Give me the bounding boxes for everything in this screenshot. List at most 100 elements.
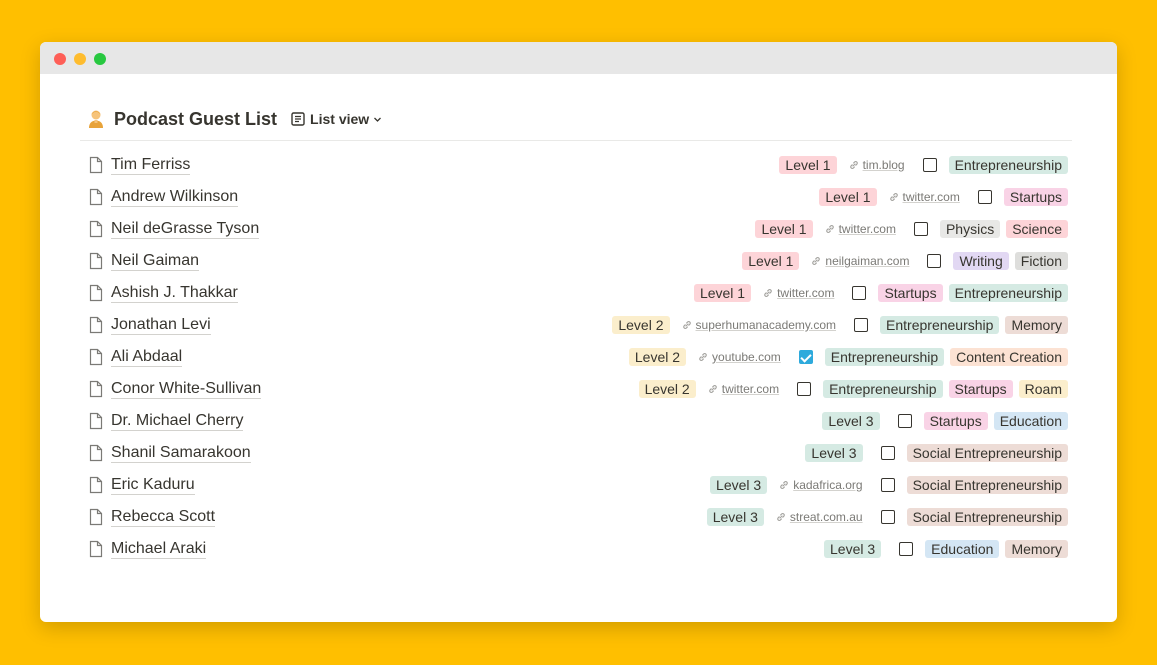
- row-properties: Level 1 twitter.com Startups: [813, 187, 1068, 207]
- topic-tag[interactable]: Startups: [878, 284, 943, 302]
- topic-tag[interactable]: Science: [1006, 220, 1068, 238]
- list-item[interactable]: Ali Abdaal Level 2 youtube.com Entrepreneur…: [80, 341, 1072, 373]
- link-icon: [708, 384, 722, 394]
- topic-tag[interactable]: Startups: [923, 412, 988, 430]
- contacted-checkbox[interactable]: [880, 478, 895, 492]
- url-link[interactable]: neilgaiman.com: [811, 254, 909, 268]
- topic-tag[interactable]: Social Entrepreneurship: [906, 508, 1068, 526]
- guest-name[interactable]: Andrew Wilkinson: [111, 188, 239, 207]
- level-tag[interactable]: Level 1: [742, 252, 800, 270]
- page-icon: [87, 156, 105, 179]
- guest-name[interactable]: Conor White-Sullivan: [111, 380, 262, 399]
- list-item[interactable]: Andrew Wilkinson Level 1 twitter.com Startu…: [80, 181, 1072, 213]
- chevron-down-icon: [374, 117, 382, 122]
- url-link[interactable]: kadafrica.org: [779, 478, 863, 492]
- list-item[interactable]: Neil Gaiman Level 1 neilgaiman.com Writing F…: [80, 245, 1072, 277]
- guest-name[interactable]: Jonathan Levi: [111, 316, 211, 335]
- contacted-checkbox[interactable]: [852, 286, 867, 300]
- topic-tag[interactable]: Startups: [1003, 188, 1068, 206]
- list-item[interactable]: Shanil Samarakoon Level 3 Social Entrepren…: [80, 437, 1072, 469]
- contacted-checkbox[interactable]: [854, 318, 869, 332]
- url-text: youtube.com: [712, 350, 781, 364]
- level-tag[interactable]: Level 1: [755, 220, 813, 238]
- level-tag[interactable]: Level 2: [628, 348, 687, 366]
- level-tag[interactable]: Level 3: [805, 444, 863, 462]
- list-item[interactable]: Ashish J. Thakkar Level 1 twitter.com Start…: [80, 277, 1072, 309]
- level-tag[interactable]: Level 3: [822, 412, 880, 430]
- guest-name[interactable]: Michael Araki: [111, 540, 207, 559]
- guest-name[interactable]: Ali Abdaal: [111, 348, 183, 367]
- url-link[interactable]: twitter.com: [889, 190, 960, 204]
- topic-tag[interactable]: Roam: [1018, 380, 1068, 398]
- zoom-button[interactable]: [94, 53, 106, 65]
- topic-tag[interactable]: Fiction: [1014, 252, 1068, 270]
- list-item[interactable]: Dr. Michael Cherry Level 3 Startups Educati…: [80, 405, 1072, 437]
- contacted-checkbox[interactable]: [797, 382, 812, 396]
- guest-name[interactable]: Neil deGrasse Tyson: [111, 220, 260, 239]
- title-bar: [40, 42, 1117, 74]
- contacted-checkbox[interactable]: [897, 414, 912, 428]
- url-link[interactable]: superhumanacademy.com: [682, 318, 837, 332]
- page-icon: [87, 540, 105, 563]
- url-link[interactable]: tim.blog: [849, 158, 905, 172]
- list-item[interactable]: Tim Ferriss Level 1 tim.blog Entrepreneursh…: [80, 149, 1072, 181]
- guest-name[interactable]: Dr. Michael Cherry: [111, 412, 244, 431]
- list-item[interactable]: Conor White-Sullivan Level 2 twitter.com En…: [80, 373, 1072, 405]
- url-link[interactable]: streat.com.au: [776, 510, 863, 524]
- guest-name[interactable]: Rebecca Scott: [111, 508, 216, 527]
- level-tag[interactable]: Level 1: [693, 284, 752, 302]
- close-button[interactable]: [54, 53, 66, 65]
- minimize-button[interactable]: [74, 53, 86, 65]
- guest-name[interactable]: Shanil Samarakoon: [111, 444, 251, 463]
- level-tag[interactable]: Level 3: [824, 540, 882, 558]
- level-tag[interactable]: Level 1: [779, 156, 837, 174]
- level-tag[interactable]: Level 2: [638, 380, 696, 398]
- topic-tag[interactable]: Education: [925, 540, 1000, 558]
- contacted-checkbox[interactable]: [913, 222, 928, 236]
- topic-tag[interactable]: Entrepreneurship: [824, 348, 945, 366]
- contacted-checkbox[interactable]: [922, 158, 937, 172]
- url-text: twitter.com: [721, 382, 780, 396]
- topic-tag[interactable]: Writing: [953, 252, 1009, 270]
- level-tag[interactable]: Level 3: [706, 508, 764, 526]
- topic-tag[interactable]: Entrepreneurship: [948, 284, 1068, 302]
- list-item[interactable]: Michael Araki Level 3 Education Memory: [80, 533, 1072, 565]
- level-tag[interactable]: Level 1: [819, 188, 877, 206]
- contacted-checkbox[interactable]: [899, 542, 914, 556]
- topic-tag[interactable]: Memory: [1005, 316, 1068, 334]
- contacted-checkbox[interactable]: [927, 254, 942, 268]
- guest-name[interactable]: Tim Ferriss: [111, 156, 191, 175]
- topic-tag[interactable]: Content Creation: [950, 348, 1068, 366]
- url-link[interactable]: twitter.com: [763, 286, 834, 300]
- page-icon: [87, 380, 105, 403]
- topic-tag[interactable]: Entrepreneurship: [823, 380, 943, 398]
- topic-tag[interactable]: Memory: [1005, 540, 1068, 558]
- url-text: superhumanacademy.com: [695, 318, 837, 332]
- topic-tag[interactable]: Education: [993, 412, 1068, 430]
- list-item[interactable]: Rebecca Scott Level 3 streat.com.au Social …: [80, 501, 1072, 533]
- list-item[interactable]: Eric Kaduru Level 3 kadafrica.org Social En…: [80, 469, 1072, 501]
- topic-tag[interactable]: Entrepreneurship: [948, 156, 1068, 174]
- guest-name[interactable]: Neil Gaiman: [111, 252, 200, 271]
- topic-tag[interactable]: Startups: [948, 380, 1013, 398]
- guest-name[interactable]: Eric Kaduru: [111, 476, 195, 495]
- contacted-checkbox[interactable]: [880, 510, 895, 524]
- contacted-checkbox[interactable]: [977, 190, 992, 204]
- topic-tag[interactable]: Entrepreneurship: [880, 316, 1000, 334]
- topic-tag[interactable]: Social Entrepreneurship: [906, 476, 1068, 494]
- contacted-checkbox[interactable]: [798, 350, 813, 364]
- url-link[interactable]: twitter.com: [708, 382, 779, 396]
- list-item[interactable]: Neil deGrasse Tyson Level 1 twitter.com Phy…: [80, 213, 1072, 245]
- level-tag[interactable]: Level 2: [612, 316, 670, 334]
- list-view-icon: [291, 112, 305, 126]
- guest-name[interactable]: Ashish J. Thakkar: [111, 284, 238, 303]
- topic-tag[interactable]: Social Entrepreneurship: [906, 444, 1068, 462]
- level-tag[interactable]: Level 3: [710, 476, 768, 494]
- topic-tag[interactable]: Physics: [939, 220, 1001, 238]
- link-icon: [682, 320, 696, 330]
- list-view-dropdown[interactable]: List view: [291, 111, 387, 127]
- url-link[interactable]: twitter.com: [825, 222, 896, 236]
- list-item[interactable]: Jonathan Levi Level 2 superhumanacademy.co…: [80, 309, 1072, 341]
- contacted-checkbox[interactable]: [880, 446, 895, 460]
- url-link[interactable]: youtube.com: [698, 350, 781, 364]
